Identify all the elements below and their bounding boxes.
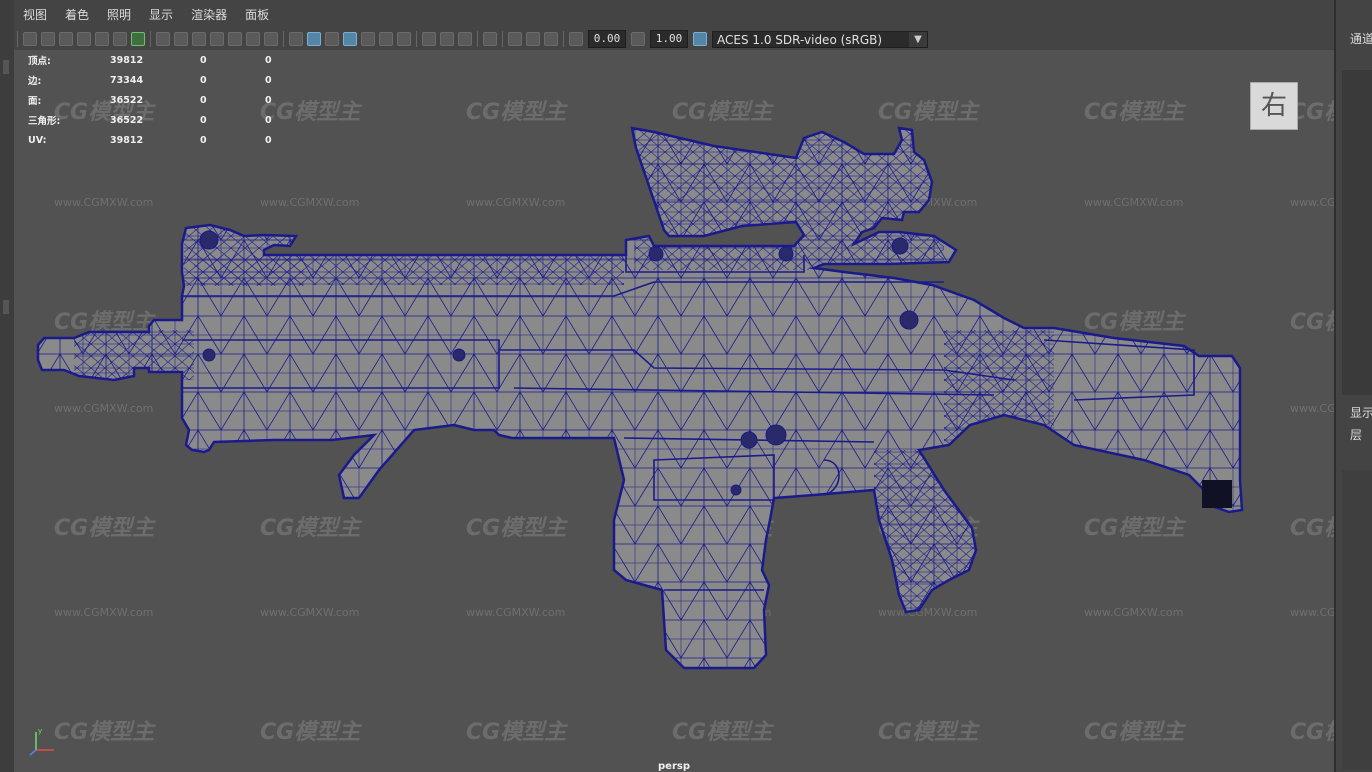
hud-row: 顶点: 39812 0 0 xyxy=(28,50,305,70)
hud-value: 0 xyxy=(200,54,207,66)
hud-value: 0 xyxy=(265,94,272,106)
hud-value: 0 xyxy=(265,114,272,126)
menu-renderer[interactable]: 渲染器 xyxy=(182,6,236,23)
toolbar-separator xyxy=(283,31,284,47)
safe-title-icon[interactable] xyxy=(264,32,278,46)
hud-value: 0 xyxy=(265,74,272,86)
image-plane-icon[interactable] xyxy=(77,32,91,46)
menu-lighting[interactable]: 照明 xyxy=(98,6,140,23)
hud-value: 73344 xyxy=(110,74,144,86)
grid-icon[interactable] xyxy=(156,32,170,46)
grease-pencil-active-icon[interactable] xyxy=(131,32,145,46)
camera-attributes-icon[interactable] xyxy=(41,32,55,46)
safe-action-icon[interactable] xyxy=(246,32,260,46)
hud-value: 0 xyxy=(265,54,272,66)
left-toolbox-strip xyxy=(0,0,15,772)
poly-count-hud: 顶点: 39812 0 0 边: 73344 0 0 面: 36522 0 0 … xyxy=(28,50,305,150)
toolbar-separator xyxy=(563,31,564,47)
default-material-icon[interactable] xyxy=(325,32,339,46)
menu-show[interactable]: 显示 xyxy=(140,6,182,23)
hud-value: 0 xyxy=(265,134,272,146)
field-chart-icon[interactable] xyxy=(228,32,242,46)
shadows-icon[interactable] xyxy=(397,32,411,46)
view-transform-value: ACES 1.0 SDR-video (sRGB) xyxy=(717,32,883,47)
menu-view[interactable]: 视图 xyxy=(14,6,56,23)
hud-label: 边: xyxy=(28,76,42,87)
gamma-icon[interactable] xyxy=(631,32,645,46)
hud-value: 39812 xyxy=(110,134,144,146)
hud-label: 三角形: xyxy=(28,116,61,127)
smooth-shade-icon[interactable] xyxy=(307,32,321,46)
tab-channels[interactable]: 通道 xyxy=(1350,30,1372,47)
hud-value: 0 xyxy=(200,114,207,126)
chevron-down-icon[interactable]: ▼ xyxy=(909,31,927,47)
tab-layers[interactable]: 层 xyxy=(1350,426,1362,443)
axis-y-label: y xyxy=(38,727,42,735)
bookmark-icon[interactable] xyxy=(59,32,73,46)
screen-space-ao-icon[interactable] xyxy=(422,32,436,46)
xray-active-components-icon[interactable] xyxy=(526,32,540,46)
hud-row: 边: 73344 0 0 xyxy=(28,70,305,90)
textured-icon[interactable] xyxy=(361,32,375,46)
toolbar-separator xyxy=(416,31,417,47)
exposure-field[interactable]: 0.00 xyxy=(588,30,626,48)
exposure-icon[interactable] xyxy=(569,32,583,46)
channel-box-area xyxy=(1342,70,1372,395)
panel-menubar: 视图 着色 照明 显示 渲染器 面板 xyxy=(14,0,1334,28)
wireframe-on-shaded-icon[interactable] xyxy=(343,32,357,46)
hud-row: UV: 39812 0 0 xyxy=(28,130,305,150)
hud-label: 面: xyxy=(28,96,42,107)
select-camera-icon[interactable] xyxy=(23,32,37,46)
resolution-gate-icon[interactable] xyxy=(192,32,206,46)
hud-value: 0 xyxy=(200,94,207,106)
panel-toolbar: 0.00 1.00 ACES 1.0 SDR-video (sRGB) ▼ xyxy=(14,28,1334,51)
camera-name-label: persp xyxy=(658,761,690,772)
layer-editor-area xyxy=(1342,470,1372,770)
hud-value: 39812 xyxy=(110,54,144,66)
anti-aliasing-icon[interactable] xyxy=(458,32,472,46)
film-gate-icon[interactable] xyxy=(174,32,188,46)
hud-row: 三角形: 36522 0 0 xyxy=(28,110,305,130)
toolbox-handle[interactable] xyxy=(3,60,9,74)
menu-shading[interactable]: 着色 xyxy=(56,6,98,23)
view-cube[interactable]: 右 xyxy=(1250,82,1298,130)
grease-pencil-icon[interactable] xyxy=(95,32,109,46)
axis-gizmo: y xyxy=(29,727,54,756)
motion-blur-icon[interactable] xyxy=(440,32,454,46)
hud-value: 0 xyxy=(200,134,207,146)
toolbar-separator xyxy=(502,31,503,47)
hud-value: 0 xyxy=(200,74,207,86)
channel-box-panel: 通道 显示 层 xyxy=(1334,0,1372,772)
hud-label: 顶点: xyxy=(28,56,51,67)
toolbar-separator xyxy=(477,31,478,47)
tab-display[interactable]: 显示 xyxy=(1350,404,1372,421)
use-all-lights-icon[interactable] xyxy=(379,32,393,46)
toolbox-handle-lower[interactable] xyxy=(3,300,9,314)
wireframe-icon[interactable] xyxy=(289,32,303,46)
toolbar-separator xyxy=(17,31,18,47)
color-management-icon[interactable] xyxy=(693,32,707,46)
3d-viewport[interactable]: CG模型主 CG模型主 CG模型主 CG模型主 www.CGMXW.com www.CGM… xyxy=(14,50,1334,772)
hud-value: 36522 xyxy=(110,94,144,106)
menu-panels[interactable]: 面板 xyxy=(236,6,278,23)
toolbar-separator xyxy=(150,31,151,47)
hud-value: 36522 xyxy=(110,114,144,126)
gamma-field[interactable]: 1.00 xyxy=(650,30,688,48)
gate-mask-icon[interactable] xyxy=(210,32,224,46)
xray-icon[interactable] xyxy=(508,32,522,46)
hud-row: 面: 36522 0 0 xyxy=(28,90,305,110)
xray-joints-icon[interactable] xyxy=(544,32,558,46)
hud-label: UV: xyxy=(28,134,47,146)
isolate-select-icon[interactable] xyxy=(483,32,497,46)
view-transform-dropdown[interactable]: ACES 1.0 SDR-video (sRGB) ▼ xyxy=(712,30,928,48)
rifle-body xyxy=(36,126,1244,670)
2d-pan-zoom-icon[interactable] xyxy=(113,32,127,46)
rifle-mesh[interactable] xyxy=(14,50,1334,772)
